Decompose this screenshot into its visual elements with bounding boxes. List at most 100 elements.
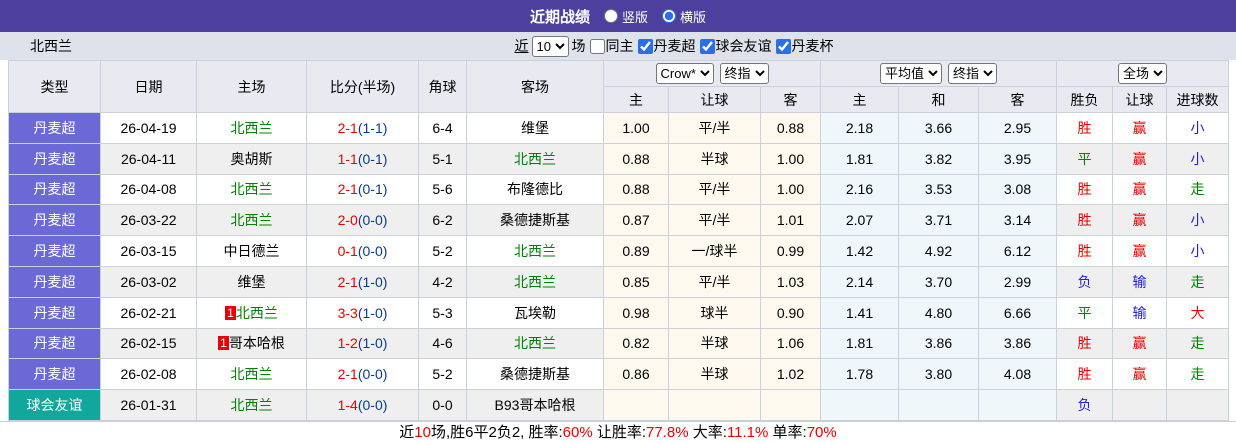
away-team: 瓦埃勒: [514, 304, 556, 321]
ah-line: 一/球半: [668, 235, 761, 267]
summary-part: 近: [399, 423, 415, 441]
header-home: 主场: [196, 60, 307, 113]
home-team-cell: 1 北西兰: [196, 296, 307, 329]
scope-select[interactable]: 全场: [1118, 63, 1168, 84]
home-team-cell: 1 哥本哈根: [196, 327, 307, 360]
result-goals: 大: [1166, 296, 1230, 329]
header-away: 客场: [466, 60, 604, 113]
header-corner: 角球: [418, 60, 467, 113]
score-cell: 2-0(0-0): [306, 204, 419, 237]
fulltime-score: 3-3: [337, 304, 358, 321]
fulltime-score: 1-4: [337, 397, 358, 414]
average-selects-cell: 平均值 终指: [819, 60, 1058, 87]
away-team-cell: 北西兰: [466, 235, 604, 267]
games-label: 场: [571, 38, 586, 54]
result-goals: 走: [1166, 358, 1230, 391]
ah-line: 平/半: [668, 112, 761, 144]
vertical-radio[interactable]: [603, 9, 618, 23]
score-cell: 1-2(1-0): [306, 327, 419, 360]
home-team: 北西兰: [230, 119, 273, 136]
league-badge: 丹麦超: [8, 327, 101, 360]
match-date: 26-03-02: [100, 265, 197, 298]
eu-home-odds: 1.41: [820, 296, 899, 329]
result-handicap: 赢: [1112, 358, 1168, 391]
corner-score: 5-2: [418, 358, 467, 391]
ah-home-odds: 0.85: [603, 265, 669, 298]
horizontal-radio[interactable]: [662, 9, 676, 23]
result-goals: [1166, 389, 1230, 421]
corner-score: 6-4: [418, 112, 467, 144]
result-wdl: 胜: [1056, 235, 1114, 267]
result-handicap: [1112, 389, 1168, 421]
summary-part: 11.1%: [726, 423, 769, 441]
eu-draw-odds: 3.80: [898, 358, 979, 391]
league-badge: 丹麦超: [8, 142, 101, 175]
corner-score: 5-2: [418, 235, 467, 267]
eu-draw-odds: 3.70: [898, 265, 979, 298]
fulltime-score: 2-1: [337, 366, 358, 383]
home-team-cell: 奥胡斯: [196, 142, 307, 175]
match-count-select[interactable]: 10: [531, 35, 569, 57]
table-row: 丹麦超 26-02-15 1 哥本哈根 1-2(1-0) 4-6 北西兰 0.82…: [8, 327, 1230, 360]
result-handicap: 输: [1112, 265, 1168, 298]
vertical-radio-label: 竖版: [621, 9, 648, 25]
eu-draw-odds: 3.71: [898, 204, 979, 237]
layout-vertical-option[interactable]: 竖版: [603, 7, 648, 26]
eu-home-odds: 2.16: [820, 173, 899, 206]
friendly-label: 球会友谊: [715, 38, 772, 54]
superliga-checkbox[interactable]: [637, 38, 653, 54]
ah-home-odds: 0.82: [603, 327, 669, 360]
fulltime-score: 2-1: [337, 273, 358, 290]
home-team: 北西兰: [230, 397, 273, 414]
away-team: 桑德捷斯基: [500, 366, 570, 383]
ah-away-odds: 1.00: [760, 173, 821, 206]
eu-draw-odds: [898, 389, 979, 421]
corner-score: 4-6: [418, 327, 467, 360]
cup-checkbox[interactable]: [775, 38, 791, 54]
home-team: 北西兰: [230, 212, 273, 229]
subheader-ah-line: 让球: [668, 86, 761, 113]
result-goals: 走: [1166, 173, 1230, 206]
summary-part: 10: [414, 423, 431, 441]
eu-away-odds: 3.86: [977, 327, 1058, 360]
match-date: 26-03-15: [100, 235, 197, 267]
matches-table: 类型 日期 主场 比分(半场) 角球 客场 Crow* 终指 平均值 终指 全场 主…: [8, 60, 1230, 421]
same-home-checkbox[interactable]: [589, 38, 605, 54]
league-badge: 丹麦超: [8, 235, 101, 267]
layout-horizontal-option[interactable]: 横版: [662, 7, 706, 26]
friendly-checkbox[interactable]: [699, 38, 715, 54]
corner-score: 5-6: [418, 173, 467, 206]
match-date: 26-03-22: [100, 204, 197, 237]
table-body: 丹麦超 26-04-19 北西兰 2-1(1-1) 6-4 维堡 1.00 平/…: [8, 112, 1230, 421]
bookmaker-index-select[interactable]: 终指: [719, 63, 769, 84]
eu-home-odds: 1.42: [820, 235, 899, 267]
table-row: 丹麦超 26-04-08 北西兰 2-1(0-1) 5-6 布隆德比 0.88 …: [8, 173, 1230, 206]
near-link[interactable]: 近: [515, 36, 529, 56]
corner-score: 4-2: [418, 265, 467, 298]
home-team: 哥本哈根: [228, 335, 285, 352]
home-team: 北西兰: [235, 304, 278, 321]
away-team: 北西兰: [514, 273, 556, 290]
home-team: 维堡: [237, 273, 266, 290]
summary-part: 60%: [562, 423, 593, 441]
average-select[interactable]: 平均值: [880, 63, 942, 84]
bookmaker-select[interactable]: Crow*: [655, 63, 714, 84]
subheader-eu-draw: 和: [898, 86, 979, 113]
summary-part: 场,胜6平2负2, 胜率:: [430, 423, 563, 441]
halftime-score: (0-0): [357, 397, 388, 414]
match-date: 26-02-21: [100, 296, 197, 329]
fulltime-score: 2-0: [337, 212, 358, 229]
score-cell: 0-1(0-0): [306, 235, 419, 267]
halftime-score: (1-0): [357, 335, 388, 352]
average-index-select[interactable]: 终指: [948, 63, 997, 84]
result-wdl: 负: [1056, 389, 1114, 421]
result-goals: 走: [1166, 327, 1230, 360]
score-cell: 1-1(0-1): [306, 142, 419, 175]
ah-away-odds: 0.88: [760, 112, 821, 144]
superliga-label: 丹麦超: [653, 38, 696, 54]
subheader-eu-home: 主: [820, 86, 899, 113]
away-team-cell: 北西兰: [466, 142, 604, 175]
ah-home-odds: 0.89: [603, 235, 669, 267]
result-goals: 小: [1166, 112, 1230, 144]
result-handicap: 赢: [1112, 142, 1168, 175]
